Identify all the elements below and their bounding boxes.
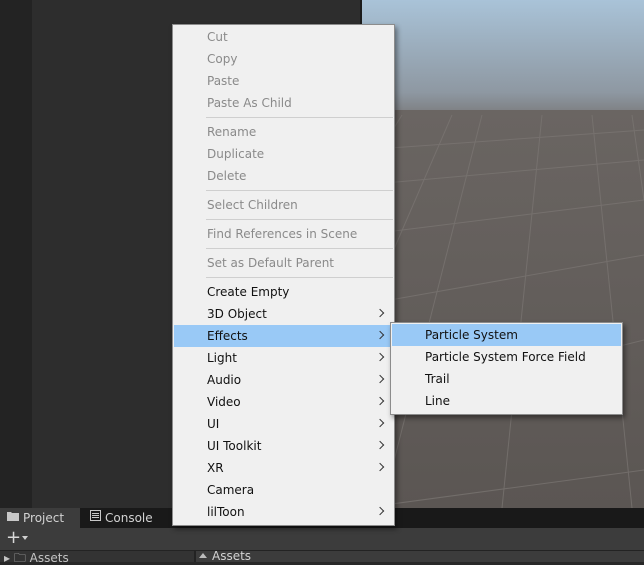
menu-item-effects[interactable]: Effects bbox=[174, 325, 393, 347]
add-dropdown-caret-icon[interactable] bbox=[22, 536, 28, 540]
menu-item-label: Particle System bbox=[425, 328, 518, 342]
menu-item-ui-toolkit[interactable]: UI Toolkit bbox=[174, 435, 393, 457]
menu-item-label: Create Empty bbox=[207, 285, 290, 299]
chevron-right-icon bbox=[375, 396, 385, 406]
chevron-right-icon bbox=[375, 462, 385, 472]
menu-item-light[interactable]: Light bbox=[174, 347, 393, 369]
chevron-right-icon bbox=[375, 506, 385, 516]
menu-item-label: Select Children bbox=[207, 198, 298, 212]
breadcrumb[interactable]: Assets bbox=[212, 549, 251, 563]
menu-item-label: Audio bbox=[207, 373, 242, 387]
scroll-up-icon[interactable] bbox=[199, 553, 207, 558]
menu-item-label: Video bbox=[207, 395, 241, 409]
chevron-right-icon bbox=[375, 374, 385, 384]
menu-item-label: XR bbox=[207, 461, 224, 475]
effects-submenu: Particle System Particle System Force Fi… bbox=[390, 322, 623, 415]
menu-item-video[interactable]: Video bbox=[174, 391, 393, 413]
menu-item-find-references[interactable]: Find References in Scene bbox=[174, 223, 393, 245]
menu-item-delete[interactable]: Delete bbox=[174, 165, 393, 187]
folder-icon: ▸ 🗀 bbox=[4, 551, 30, 565]
add-button[interactable]: + bbox=[6, 529, 21, 547]
chevron-right-icon bbox=[375, 352, 385, 362]
menu-item-label: Rename bbox=[207, 125, 257, 139]
menu-item-liltoon[interactable]: lilToon bbox=[174, 501, 393, 523]
folder-icon bbox=[7, 507, 19, 528]
menu-item-label: Paste As Child bbox=[207, 96, 292, 110]
project-tree[interactable]: ▸ 🗀 Assets bbox=[0, 551, 194, 565]
menu-item-label: Trail bbox=[425, 372, 450, 386]
submenu-item-trail[interactable]: Trail bbox=[392, 368, 621, 390]
menu-item-ui[interactable]: UI bbox=[174, 413, 393, 435]
menu-item-cut[interactable]: Cut bbox=[174, 26, 393, 48]
menu-separator bbox=[206, 248, 393, 249]
menu-item-label: Copy bbox=[207, 52, 238, 66]
menu-separator bbox=[206, 219, 393, 220]
menu-item-label: Light bbox=[207, 351, 237, 365]
context-menu: Cut Copy Paste Paste As Child Rename Dup… bbox=[172, 24, 395, 526]
tab-project-label: Project bbox=[23, 511, 65, 525]
menu-item-label: Effects bbox=[207, 329, 248, 343]
menu-item-camera[interactable]: Camera bbox=[174, 479, 393, 501]
menu-item-label: Set as Default Parent bbox=[207, 256, 335, 270]
menu-separator bbox=[206, 277, 393, 278]
menu-item-label: Line bbox=[425, 394, 451, 408]
console-icon bbox=[90, 507, 101, 528]
menu-item-create-empty[interactable]: Create Empty bbox=[174, 281, 393, 303]
tab-project[interactable]: Project bbox=[0, 508, 80, 528]
hierarchy-gutter bbox=[0, 0, 32, 508]
tree-item-assets[interactable]: ▸ 🗀 Assets bbox=[4, 551, 69, 565]
project-toolbar: + bbox=[0, 528, 644, 551]
menu-item-audio[interactable]: Audio bbox=[174, 369, 393, 391]
menu-item-label: Camera bbox=[207, 483, 255, 497]
menu-item-copy[interactable]: Copy bbox=[174, 48, 393, 70]
chevron-right-icon bbox=[375, 418, 385, 428]
menu-item-select-children[interactable]: Select Children bbox=[174, 194, 393, 216]
menu-item-rename[interactable]: Rename bbox=[174, 121, 393, 143]
tree-item-assets-label: Assets bbox=[29, 551, 69, 565]
menu-item-label: UI Toolkit bbox=[207, 439, 262, 453]
menu-item-label: Delete bbox=[207, 169, 247, 183]
menu-item-label: UI bbox=[207, 417, 220, 431]
tab-console[interactable]: Console bbox=[84, 508, 164, 528]
submenu-item-particle-system[interactable]: Particle System bbox=[392, 324, 621, 346]
menu-item-set-default-parent[interactable]: Set as Default Parent bbox=[174, 252, 393, 274]
chevron-right-icon bbox=[375, 308, 385, 318]
menu-item-label: lilToon bbox=[207, 505, 245, 519]
menu-separator bbox=[206, 117, 393, 118]
tab-console-label: Console bbox=[105, 511, 153, 525]
chevron-right-icon bbox=[375, 440, 385, 450]
menu-item-label: Particle System Force Field bbox=[425, 350, 586, 364]
menu-item-3d-object[interactable]: 3D Object bbox=[174, 303, 393, 325]
menu-item-label: 3D Object bbox=[207, 307, 267, 321]
scene-view[interactable] bbox=[362, 0, 644, 508]
scene-grid bbox=[362, 0, 644, 508]
project-content[interactable]: Assets bbox=[196, 549, 644, 563]
chevron-right-icon bbox=[375, 330, 385, 340]
menu-item-xr[interactable]: XR bbox=[174, 457, 393, 479]
submenu-item-line[interactable]: Line bbox=[392, 390, 621, 412]
menu-item-paste[interactable]: Paste bbox=[174, 70, 393, 92]
menu-item-label: Find References in Scene bbox=[207, 227, 358, 241]
menu-item-label: Paste bbox=[207, 74, 240, 88]
submenu-item-particle-system-force-field[interactable]: Particle System Force Field bbox=[392, 346, 621, 368]
menu-item-label: Cut bbox=[207, 30, 228, 44]
menu-item-label: Duplicate bbox=[207, 147, 265, 161]
menu-item-duplicate[interactable]: Duplicate bbox=[174, 143, 393, 165]
menu-item-paste-as-child[interactable]: Paste As Child bbox=[174, 92, 393, 114]
menu-separator bbox=[206, 190, 393, 191]
